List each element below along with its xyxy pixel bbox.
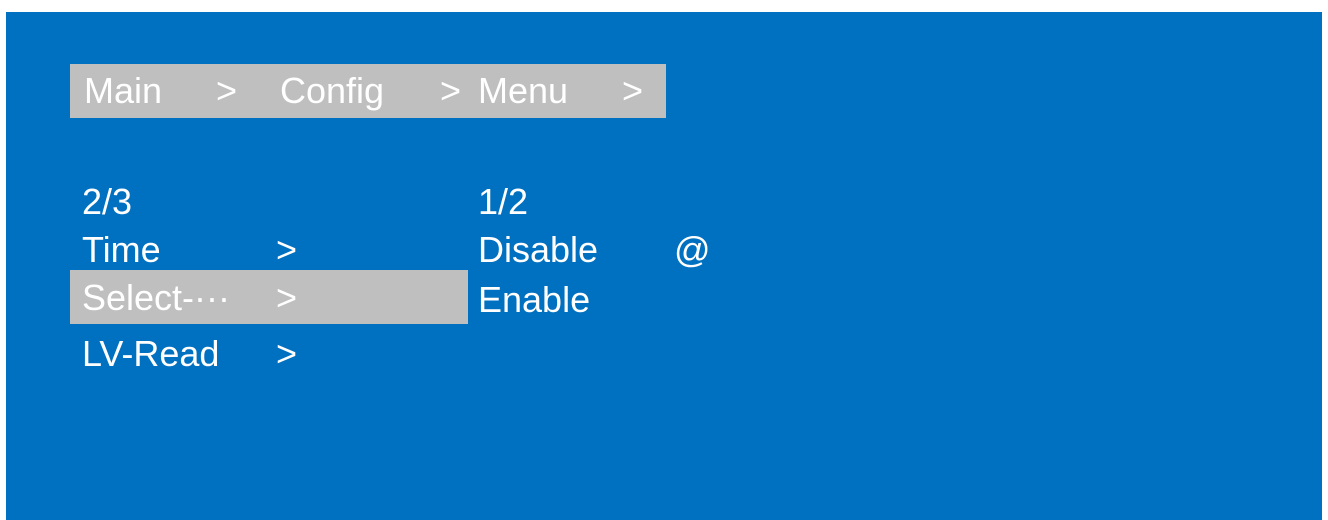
menu-item-lv-read[interactable]: LV-Read — [82, 328, 219, 380]
breadcrumb-separator: > — [216, 70, 238, 111]
breadcrumb-config[interactable]: Config — [280, 64, 384, 118]
menu-item-lv-read-arrow: > — [276, 333, 298, 374]
option-disable[interactable]: Disable — [478, 224, 598, 276]
right-menu-page-indicator: 1/2 — [478, 181, 529, 222]
breadcrumb-separator: > — [440, 70, 462, 111]
osd-screen: Main > Config > Menu > 2/3 Time > Select… — [6, 12, 1322, 520]
menu-item-time[interactable]: Time — [82, 224, 161, 276]
breadcrumb-menu[interactable]: Menu — [478, 64, 568, 118]
breadcrumb: Main > Config > Menu > — [70, 64, 666, 118]
menu-item-select[interactable]: Select-··· — [82, 272, 230, 324]
option-disable-current-marker: @ — [674, 229, 711, 270]
option-enable[interactable]: Enable — [478, 274, 590, 326]
breadcrumb-separator: > — [622, 70, 644, 111]
menu-item-time-arrow: > — [276, 229, 298, 270]
breadcrumb-main[interactable]: Main — [84, 64, 162, 118]
left-menu-page-indicator: 2/3 — [82, 181, 133, 222]
menu-item-select-arrow: > — [276, 277, 298, 318]
